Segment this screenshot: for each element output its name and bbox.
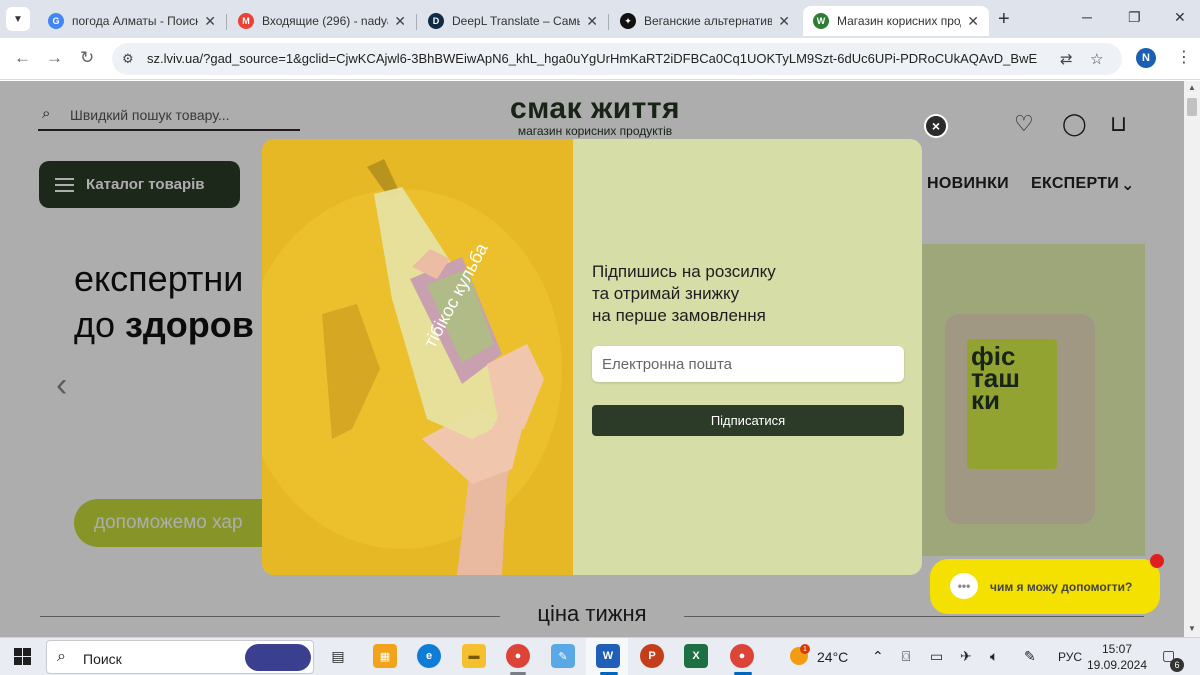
back-icon[interactable]: ←	[14, 48, 31, 68]
battery-icon[interactable]: ▭	[930, 648, 943, 665]
clock-date[interactable]: 19.09.2024	[1086, 658, 1148, 672]
web-page: ⌕ Швидкий пошук товару... смак життя маг…	[0, 81, 1184, 637]
search-highlight-image	[245, 644, 311, 671]
chevron-down-icon: ▼	[13, 13, 23, 25]
edge-icon[interactable]: e	[417, 644, 441, 668]
reload-icon[interactable]: ↻	[80, 48, 94, 68]
close-tab-icon[interactable]: ✕	[586, 13, 598, 30]
browser-tab-google[interactable]: G погода Алматы - Поиск в Google ✕	[38, 6, 226, 36]
address-toolbar: ← → ↻ ⚙ sz.lviv.ua/?gad_source=1&gclid=C…	[0, 38, 1200, 80]
browser-tab-deepl[interactable]: D DeepL Translate – Самый точный ✕	[418, 6, 608, 36]
more-menu-icon[interactable]: ⋮	[1176, 47, 1192, 67]
word-icon[interactable]: W	[596, 644, 620, 668]
scroll-down-icon[interactable]: ▼	[1188, 624, 1196, 633]
tab-title: погода Алматы - Поиск в Google	[72, 14, 199, 28]
wordpress-favicon-icon: W	[813, 13, 829, 29]
volume-icon[interactable]: 🔈︎	[990, 648, 998, 665]
close-tab-icon[interactable]: ✕	[778, 13, 790, 30]
scroll-up-icon[interactable]: ▲	[1188, 83, 1196, 92]
tab-title: Веганские альтернативы	[644, 14, 773, 28]
weather-temperature[interactable]: 24°C	[817, 649, 848, 665]
windows-taskbar: ⌕ Поиск ▤ ▦ e ▬ ● ✎ W P X ● 1 24°C ⌃ ⌼ ▭…	[0, 637, 1200, 675]
close-tab-icon[interactable]: ✕	[204, 13, 216, 30]
close-tab-icon[interactable]: ✕	[394, 13, 406, 30]
modal-title: Підпишись на розсилку та отримай знижку …	[592, 262, 776, 325]
taskbar-search-text: Поиск	[83, 651, 122, 667]
microsoft-store-icon[interactable]: ▦	[373, 644, 397, 668]
airplane-icon[interactable]: ✈	[960, 648, 972, 665]
tab-title: DeepL Translate – Самый точный	[452, 14, 580, 28]
browser-tab-gmail[interactable]: M Входящие (296) - nadyafox ✕	[228, 6, 416, 36]
close-icon[interactable]: ×	[924, 114, 948, 138]
browser-tab-vegan[interactable]: ✦ Веганские альтернативы ✕	[610, 6, 800, 36]
pen-icon[interactable]: ✎	[1024, 648, 1036, 665]
chrome-icon[interactable]: ●	[506, 644, 530, 668]
close-window-icon[interactable]: ✕	[1174, 9, 1186, 26]
restore-icon[interactable]: ❐	[1128, 9, 1141, 26]
chat-widget[interactable]: ••• чим я можу допомогти?	[930, 554, 1164, 614]
site-info-icon[interactable]: ⚙	[122, 51, 134, 67]
forward-icon[interactable]: →	[46, 48, 63, 68]
modal-promo-image: тібікос кульба	[262, 139, 573, 575]
tab-title: Входящие (296) - nadyafox	[262, 14, 388, 28]
weather-badge: 1	[800, 644, 810, 654]
page-scrollbar[interactable]: ▲ ▼	[1184, 81, 1200, 637]
tab-separator	[416, 14, 417, 30]
profile-avatar[interactable]: N	[1136, 48, 1156, 68]
tab-search-button[interactable]: ▼	[6, 7, 30, 31]
url-text[interactable]: sz.lviv.ua/?gad_source=1&gclid=CjwKCAjwl…	[147, 51, 1047, 66]
browser-tab-shop[interactable]: W Магазин корисних продуктів ✕	[803, 6, 989, 36]
gmail-favicon-icon: M	[238, 13, 254, 29]
email-field[interactable]	[592, 346, 904, 382]
task-view-icon[interactable]: ▤	[326, 644, 350, 668]
excel-icon[interactable]: X	[684, 644, 708, 668]
chrome-profile-icon[interactable]: ●	[730, 644, 754, 668]
chat-notification-dot	[1150, 554, 1164, 568]
search-icon: ⌕	[57, 648, 66, 665]
chat-text: чим я можу допомогти?	[990, 579, 1133, 594]
clock-time[interactable]: 15:07	[1090, 642, 1144, 656]
browser-tab-bar: ▼ G погода Алматы - Поиск в Google ✕ M В…	[0, 0, 1200, 38]
tab-separator	[226, 14, 227, 30]
tab-separator	[608, 14, 609, 30]
hand-bottle-illustration: тібікос кульба	[262, 139, 573, 575]
chevron-up-icon[interactable]: ⌃	[872, 648, 884, 665]
powerpoint-icon[interactable]: P	[640, 644, 664, 668]
chat-bubble-icon: •••	[950, 573, 978, 599]
google-favicon-icon: G	[48, 13, 64, 29]
deepl-favicon-icon: D	[428, 13, 444, 29]
input-language[interactable]: РУС	[1058, 650, 1082, 664]
file-explorer-icon[interactable]: ▬	[462, 644, 486, 668]
omnibox[interactable]: ⚙ sz.lviv.ua/?gad_source=1&gclid=CjwKCAj…	[112, 43, 1122, 75]
new-tab-button[interactable]: +	[998, 8, 1010, 31]
meet-now-icon[interactable]: ⌼	[902, 648, 910, 665]
tab-title: Магазин корисних продуктів	[837, 14, 961, 28]
notification-count: 6	[1170, 658, 1184, 672]
scrollbar-thumb[interactable]	[1187, 98, 1197, 116]
bookmark-star-icon[interactable]: ☆	[1090, 50, 1103, 68]
close-tab-icon[interactable]: ✕	[967, 13, 979, 30]
subscribe-button[interactable]: Підписатися	[592, 405, 904, 436]
minimize-icon[interactable]: ─	[1082, 9, 1092, 25]
taskbar-search[interactable]: ⌕ Поиск	[46, 640, 314, 674]
translate-icon[interactable]: ⇄	[1060, 50, 1073, 68]
subscribe-modal: тібікос кульба Підпишись на розсилку та …	[262, 139, 922, 575]
notepad-icon[interactable]: ✎	[551, 644, 575, 668]
sparkle-favicon-icon: ✦	[620, 13, 636, 29]
windows-start-icon[interactable]	[14, 648, 31, 665]
